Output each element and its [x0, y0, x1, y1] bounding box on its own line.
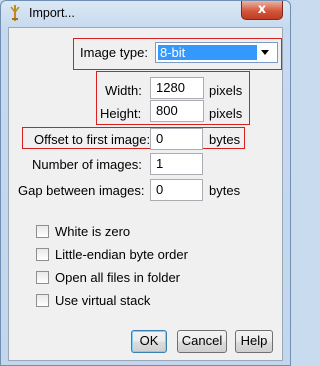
- num-images-field[interactable]: 1: [150, 153, 203, 175]
- image-type-value: 8-bit: [158, 45, 257, 60]
- height-field[interactable]: 800: [150, 100, 204, 122]
- width-field[interactable]: 1280: [150, 77, 204, 99]
- white-is-zero-label[interactable]: White is zero: [55, 224, 130, 239]
- width-label: Width:: [105, 83, 142, 98]
- gap-label: Gap between images:: [18, 183, 145, 198]
- close-icon: x: [257, 2, 267, 17]
- gap-unit: bytes: [209, 183, 241, 198]
- open-all-files-label[interactable]: Open all files in folder: [55, 270, 180, 285]
- window-title: Import...: [29, 6, 75, 20]
- offset-field[interactable]: 0: [150, 128, 203, 150]
- virtual-stack-checkbox[interactable]: [36, 294, 49, 307]
- height-label: Height:: [100, 106, 142, 121]
- virtual-stack-label[interactable]: Use virtual stack: [55, 293, 150, 308]
- dropdown-arrow-icon: [261, 50, 269, 55]
- offset-label: Offset to first image:: [34, 132, 151, 147]
- num-images-label: Number of images:: [32, 157, 142, 172]
- cancel-button[interactable]: Cancel: [177, 330, 227, 353]
- ok-button[interactable]: OK: [131, 330, 167, 353]
- offset-unit: bytes: [209, 132, 241, 147]
- open-all-files-checkbox[interactable]: [36, 271, 49, 284]
- dialog-body: Image type: 8-bit Width: 1280 pixels Hei…: [8, 27, 283, 361]
- import-dialog: Import... x Image type: 8-bit Width: 128…: [0, 0, 291, 366]
- imagej-app-icon: [10, 5, 20, 21]
- image-type-label: Image type:: [80, 45, 148, 60]
- gap-field[interactable]: 0: [150, 179, 203, 201]
- white-is-zero-checkbox[interactable]: [36, 225, 49, 238]
- help-button[interactable]: Help: [235, 330, 273, 353]
- image-type-select[interactable]: 8-bit: [155, 42, 278, 63]
- height-unit: pixels: [209, 106, 243, 121]
- little-endian-label[interactable]: Little-endian byte order: [55, 247, 188, 262]
- little-endian-checkbox[interactable]: [36, 248, 49, 261]
- close-button[interactable]: x: [241, 1, 283, 20]
- title-bar[interactable]: Import... x: [1, 1, 290, 27]
- width-unit: pixels: [209, 83, 243, 98]
